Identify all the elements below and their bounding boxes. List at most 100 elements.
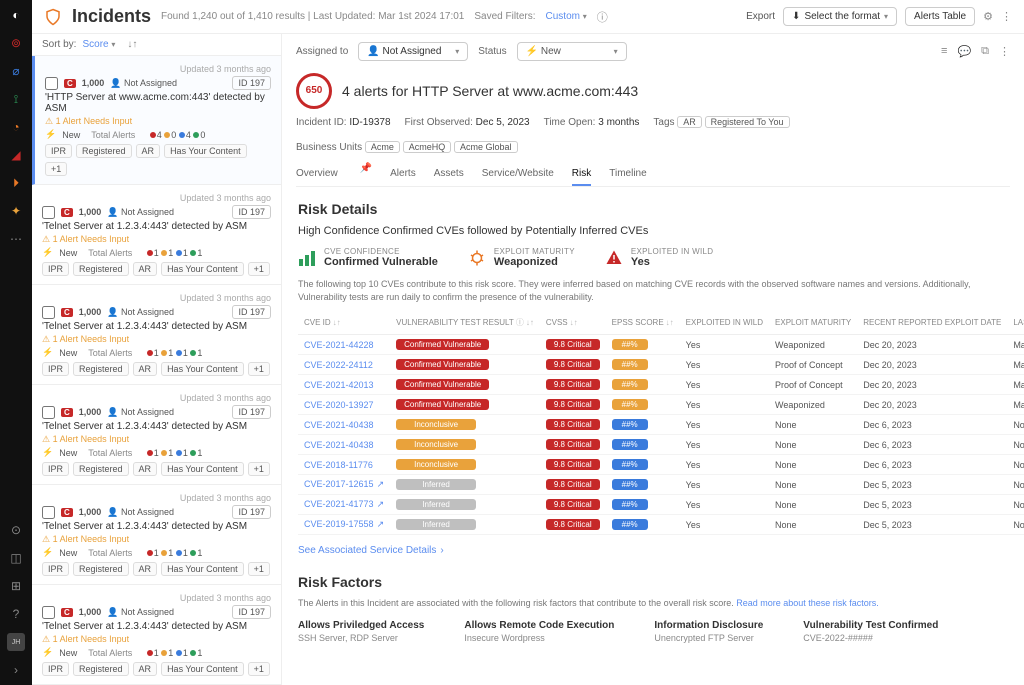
- rail-item-8[interactable]: ⋯: [7, 230, 25, 248]
- card-chip[interactable]: Has Your Content: [161, 662, 244, 676]
- col-header[interactable]: VULNERABILITY TEST RESULT ⓘ↓↑: [390, 311, 540, 335]
- rail-bottom-2[interactable]: ⊞: [7, 577, 25, 595]
- tag[interactable]: AR: [677, 116, 702, 128]
- card-chip[interactable]: Registered: [73, 362, 129, 376]
- card-chip[interactable]: IPR: [42, 562, 69, 576]
- copy-icon[interactable]: ⧉: [981, 45, 989, 58]
- card-chip[interactable]: +1: [45, 162, 67, 176]
- rail-bottom-1[interactable]: ◫: [7, 549, 25, 567]
- card-chip[interactable]: Has Your Content: [161, 362, 244, 376]
- see-associated-link[interactable]: See Associated Service Details ›: [298, 545, 444, 556]
- tab-assets[interactable]: Assets: [434, 163, 464, 186]
- card-chip[interactable]: AR: [133, 362, 158, 376]
- rail-item-7[interactable]: ✦: [7, 202, 25, 220]
- sort-select[interactable]: Score ▾: [82, 39, 115, 50]
- col-header[interactable]: CVE ID↓↑: [298, 311, 390, 335]
- timeline-icon[interactable]: ≡: [941, 45, 947, 58]
- sort-dir[interactable]: ↓↑: [127, 39, 137, 50]
- cve-link[interactable]: CVE-2020-13927: [304, 400, 374, 410]
- rail-item-2[interactable]: ⌀: [7, 62, 25, 80]
- rail-item-3[interactable]: ⟟: [7, 90, 25, 108]
- cve-link[interactable]: CVE-2021-40438: [304, 420, 374, 430]
- external-link-icon[interactable]: ↗: [377, 519, 385, 529]
- tab-timeline[interactable]: Timeline: [609, 163, 646, 186]
- card-chip[interactable]: Has Your Content: [161, 462, 244, 476]
- col-header[interactable]: EXPLOITED IN WILD: [680, 311, 769, 335]
- external-link-icon[interactable]: ↗: [377, 479, 385, 489]
- rail-expand[interactable]: ›: [7, 661, 25, 679]
- card-chip[interactable]: AR: [136, 144, 161, 158]
- card-chip[interactable]: +1: [248, 362, 270, 376]
- col-header[interactable]: CVSS↓↑: [540, 311, 606, 335]
- card-chip[interactable]: AR: [133, 262, 158, 276]
- more-icon[interactable]: ⋮: [1001, 10, 1012, 23]
- bu-tag[interactable]: AcmeHQ: [403, 141, 452, 153]
- tag[interactable]: Registered To You: [705, 116, 790, 128]
- col-header[interactable]: LAST SCAN DATE↓↑: [1007, 311, 1024, 335]
- card-chip[interactable]: Registered: [76, 144, 132, 158]
- cve-link[interactable]: CVE-2021-42013: [304, 380, 374, 390]
- card-checkbox[interactable]: [42, 306, 55, 319]
- rail-item-1[interactable]: ⊚: [7, 34, 25, 52]
- card-chip[interactable]: Has Your Content: [161, 262, 244, 276]
- card-chip[interactable]: IPR: [42, 462, 69, 476]
- card-chip[interactable]: AR: [133, 562, 158, 576]
- bu-tag[interactable]: Acme Global: [454, 141, 518, 153]
- incident-card[interactable]: Updated 3 months ago C 1,000 👤 Not Assig…: [32, 285, 281, 385]
- card-chip[interactable]: IPR: [42, 362, 69, 376]
- rail-item-0[interactable]: ◐: [7, 6, 25, 24]
- tab-service/website[interactable]: Service/Website: [482, 163, 554, 186]
- card-chip[interactable]: AR: [133, 662, 158, 676]
- card-chip[interactable]: AR: [133, 462, 158, 476]
- incident-card[interactable]: Updated 3 months ago C 1,000 👤 Not Assig…: [32, 585, 281, 685]
- card-chip[interactable]: IPR: [45, 144, 72, 158]
- settings-icon[interactable]: ⚙: [983, 10, 993, 23]
- card-chip[interactable]: +1: [248, 262, 270, 276]
- comment-icon[interactable]: 💬: [957, 45, 971, 58]
- cve-link[interactable]: CVE-2018-11776: [304, 460, 373, 470]
- card-chip[interactable]: IPR: [42, 262, 69, 276]
- card-chip[interactable]: Has Your Content: [164, 144, 247, 158]
- alerts-table-button[interactable]: Alerts Table: [905, 7, 975, 26]
- export-button[interactable]: Export: [746, 11, 775, 22]
- format-select[interactable]: ⬇ Select the format ▾: [783, 7, 897, 26]
- saved-filters-value[interactable]: Custom ▾: [546, 11, 587, 22]
- incident-card[interactable]: Updated 3 months ago C 1,000 👤 Not Assig…: [32, 185, 281, 285]
- cve-link[interactable]: CVE-2019-17558: [304, 519, 374, 529]
- card-checkbox[interactable]: [42, 606, 55, 619]
- cve-link[interactable]: CVE-2017-12615: [304, 479, 374, 489]
- card-checkbox[interactable]: [42, 406, 55, 419]
- card-checkbox[interactable]: [42, 506, 55, 519]
- rail-item-6[interactable]: ⏵: [7, 174, 25, 192]
- info-icon[interactable]: ⓘ: [597, 9, 608, 25]
- card-chip[interactable]: Registered: [73, 462, 129, 476]
- cve-link[interactable]: CVE-2022-24112: [304, 360, 373, 370]
- card-chip[interactable]: +1: [248, 562, 270, 576]
- rail-bottom-0[interactable]: ⊙: [7, 521, 25, 539]
- card-checkbox[interactable]: [45, 77, 58, 90]
- tab-alerts[interactable]: Alerts: [390, 163, 416, 186]
- incident-card[interactable]: Updated 3 months ago C 1,000 👤 Not Assig…: [32, 56, 281, 185]
- avatar[interactable]: JH: [7, 633, 25, 651]
- bu-tag[interactable]: Acme: [365, 141, 400, 153]
- col-header[interactable]: EXPLOIT MATURITY: [769, 311, 857, 335]
- kebab-icon[interactable]: ⋮: [999, 45, 1010, 58]
- rail-bottom-3[interactable]: ?: [7, 605, 25, 623]
- cve-link[interactable]: CVE-2021-40438: [304, 440, 374, 450]
- card-chip[interactable]: Registered: [73, 662, 129, 676]
- rail-item-5[interactable]: ◢: [7, 146, 25, 164]
- risk-factors-link[interactable]: Read more about these risk factors.: [736, 598, 879, 608]
- cve-link[interactable]: CVE-2021-44228: [304, 340, 374, 350]
- incident-card[interactable]: Updated 3 months ago C 1,000 👤 Not Assig…: [32, 385, 281, 485]
- card-chip[interactable]: +1: [248, 662, 270, 676]
- tab-overview[interactable]: Overview: [296, 163, 338, 186]
- col-header[interactable]: RECENT REPORTED EXPLOIT DATE: [857, 311, 1007, 335]
- card-checkbox[interactable]: [42, 206, 55, 219]
- card-chip[interactable]: IPR: [42, 662, 69, 676]
- card-chip[interactable]: Registered: [73, 262, 129, 276]
- card-chip[interactable]: Registered: [73, 562, 129, 576]
- status-select[interactable]: ⚡ New▾: [517, 42, 627, 61]
- assigned-select[interactable]: 👤 Not Assigned▾: [358, 42, 468, 61]
- pin-icon[interactable]: 📌: [360, 163, 372, 186]
- external-link-icon[interactable]: ↗: [377, 499, 385, 509]
